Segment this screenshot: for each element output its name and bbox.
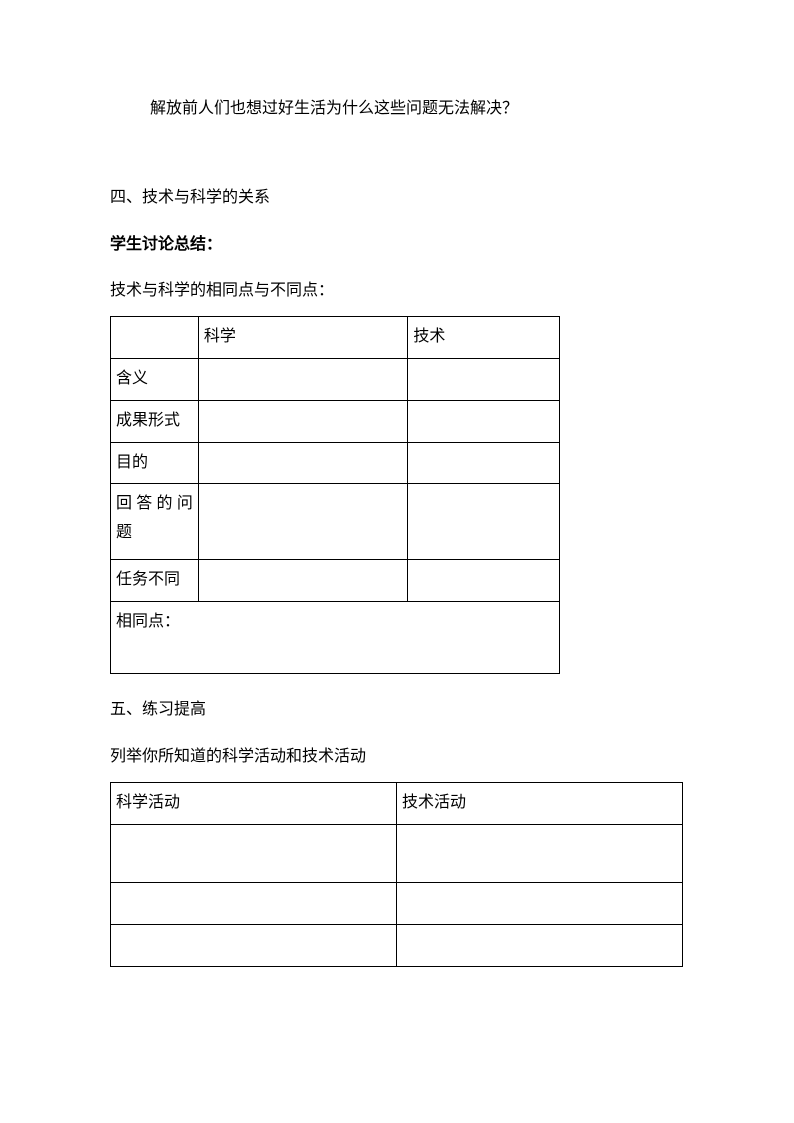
table-row	[111, 824, 683, 882]
cell	[397, 882, 683, 924]
table-row	[111, 882, 683, 924]
section-4-intro: 技术与科学的相同点与不同点：	[110, 277, 684, 306]
cell	[198, 400, 408, 442]
section-4-bold: 学生讨论总结：	[110, 231, 684, 260]
table-row: 成果形式	[111, 400, 560, 442]
table-header-row: 科学活动 技术活动	[111, 782, 683, 824]
cell	[397, 924, 683, 966]
cell	[111, 882, 397, 924]
cell	[397, 824, 683, 882]
section-5-intro: 列举你所知道的科学活动和技术活动	[110, 743, 684, 772]
cell	[198, 442, 408, 484]
table-row: 目的	[111, 442, 560, 484]
table-row: 回答的问题	[111, 484, 560, 560]
comparison-table: 科学 技术 含义 成果形式 目的 回答的问题 任务不同 相同点：	[110, 316, 560, 674]
cell	[408, 358, 560, 400]
section-4-title: 四、技术与科学的关系	[110, 184, 684, 213]
header-cell-technology: 技术	[408, 317, 560, 359]
cell	[111, 824, 397, 882]
cell	[408, 484, 560, 560]
row-label: 回答的问题	[111, 484, 199, 560]
same-points-cell: 相同点：	[111, 602, 560, 674]
table-row: 任务不同	[111, 560, 560, 602]
header-science-activity: 科学活动	[111, 782, 397, 824]
row-label: 任务不同	[111, 560, 199, 602]
table-last-row: 相同点：	[111, 602, 560, 674]
page-top-question: 解放前人们也想过好生活为什么这些问题无法解决？	[110, 95, 684, 124]
header-cell-science: 科学	[198, 317, 408, 359]
cell	[198, 484, 408, 560]
section-5-title: 五、练习提高	[110, 696, 684, 725]
cell	[408, 442, 560, 484]
table-row: 含义	[111, 358, 560, 400]
cell	[408, 560, 560, 602]
activity-table: 科学活动 技术活动	[110, 782, 683, 967]
cell	[408, 400, 560, 442]
table-header-row: 科学 技术	[111, 317, 560, 359]
row-label: 目的	[111, 442, 199, 484]
row-label-text: 回答的问题	[116, 490, 193, 548]
header-technology-activity: 技术活动	[397, 782, 683, 824]
cell	[198, 560, 408, 602]
row-label: 含义	[111, 358, 199, 400]
row-label: 成果形式	[111, 400, 199, 442]
cell	[198, 358, 408, 400]
header-cell-blank	[111, 317, 199, 359]
table-row	[111, 924, 683, 966]
cell	[111, 924, 397, 966]
